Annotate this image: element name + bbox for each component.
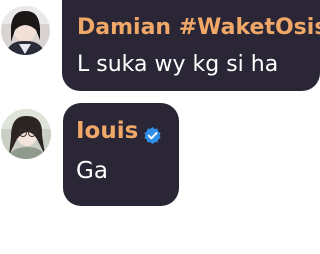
user-avatar[interactable] [1, 6, 50, 55]
message-text: L suka wy kg si ha [77, 52, 279, 77]
message-bubble: Damian #WaketOsis L suka wy kg si ha [62, 0, 320, 91]
message-author[interactable]: Damian #WaketOsis [77, 17, 320, 39]
avatar-photo-icon [1, 109, 51, 159]
message-author[interactable]: Iouis [76, 120, 138, 143]
message-text: Ga [76, 158, 108, 184]
chat-message: Damian #WaketOsis L suka wy kg si ha [0, 0, 320, 100]
avatar-photo-icon [1, 6, 50, 55]
chat-message: Iouis Ga [0, 100, 320, 210]
message-bubble: Iouis Ga [63, 103, 179, 206]
verified-badge-icon [143, 126, 162, 145]
user-avatar[interactable] [1, 109, 51, 159]
